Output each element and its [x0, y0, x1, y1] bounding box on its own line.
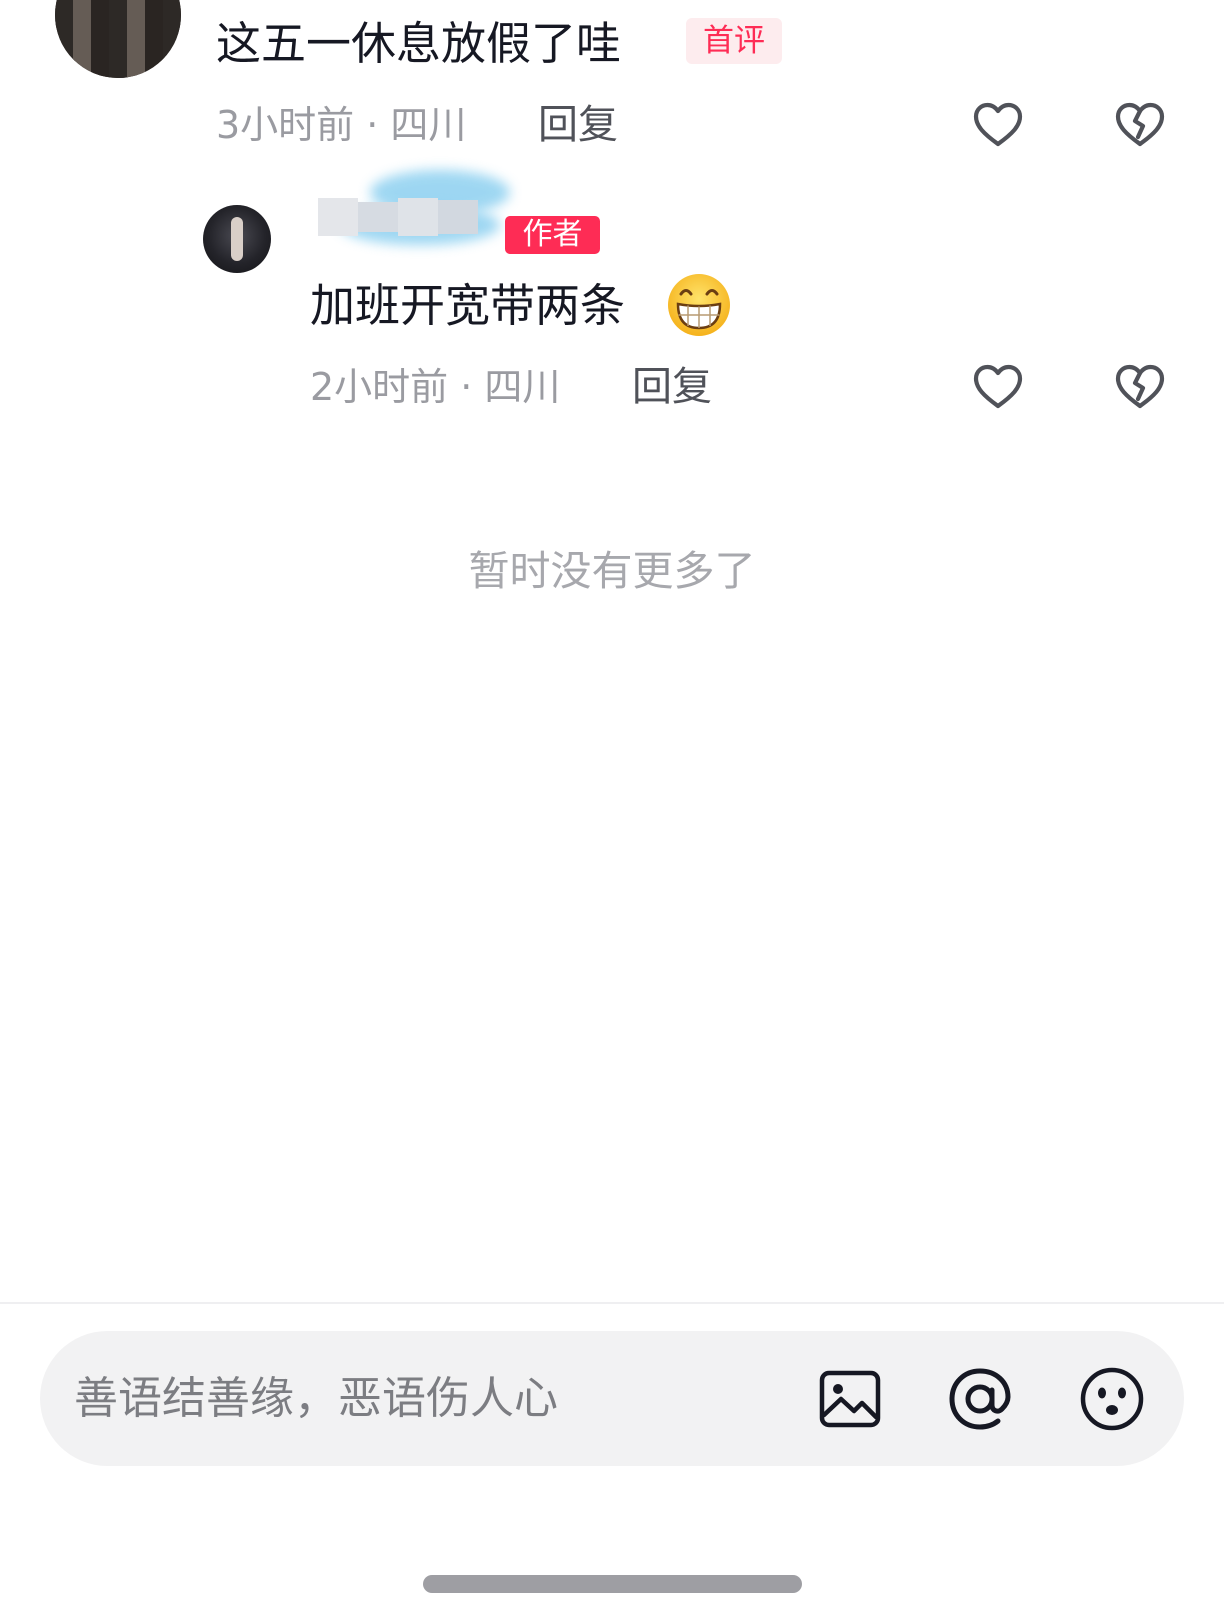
avatar-mosaic-tile — [73, 60, 93, 78]
avatar-mosaic-tile — [127, 42, 147, 62]
avatar-mosaic-tile — [55, 60, 75, 78]
avatar-mosaic-tile — [145, 24, 165, 44]
author-avatar[interactable] — [203, 205, 271, 273]
author-badge: 作者 — [505, 216, 600, 254]
broken-heart-icon[interactable] — [1112, 359, 1168, 415]
reply-button[interactable]: 回复 — [538, 100, 618, 150]
avatar-mosaic-tile — [91, 24, 111, 44]
home-indicator[interactable] — [423, 1575, 802, 1593]
divider — [0, 1302, 1224, 1304]
avatar-mosaic-tile — [73, 42, 93, 62]
reply-button[interactable]: 回复 — [632, 362, 712, 412]
avatar-mosaic-tile — [109, 60, 129, 78]
avatar-mosaic-tile — [109, 24, 129, 44]
broken-heart-icon[interactable] — [1112, 97, 1168, 153]
comment-thread-page: 这五一休息放假了哇 首评 3小时前 · 四川 回复 作者 加班开宽带两条 2小时… — [0, 0, 1224, 1614]
grinning-face-emoji — [666, 272, 732, 338]
at-mention-icon[interactable] — [944, 1363, 1016, 1435]
avatar-mosaic-tile — [91, 60, 111, 78]
avatar-mosaic-tile — [145, 60, 165, 78]
heart-outline-icon[interactable] — [970, 97, 1026, 153]
avatar-mosaic-tile — [55, 6, 75, 26]
comment-input[interactable]: 善语结善缘，恶语伤人心 — [40, 1331, 1184, 1466]
avatar-mosaic-tile — [163, 42, 181, 62]
comment-meta: 3小时前 · 四川 — [216, 103, 467, 147]
avatar-mosaic-tile — [55, 24, 75, 44]
avatar-mosaic-tile — [73, 24, 93, 44]
username-redacted[interactable] — [300, 160, 540, 260]
first-comment-badge: 首评 — [686, 18, 782, 64]
reply-comment-text: 加班开宽带两条 — [310, 279, 626, 332]
comment-text: 这五一休息放假了哇 — [216, 17, 622, 70]
avatar-figure — [231, 217, 243, 261]
avatar[interactable] — [55, 0, 181, 78]
avatar-mosaic-tile — [109, 42, 129, 62]
image-icon[interactable] — [814, 1363, 886, 1435]
emoji-icon[interactable] — [1076, 1363, 1148, 1435]
avatar-mosaic-tile — [163, 24, 181, 44]
avatar-mosaic-tile — [55, 42, 75, 62]
reply-comment-meta: 2小时前 · 四川 — [310, 365, 561, 409]
avatar-mosaic-tile — [91, 6, 111, 26]
avatar-mosaic-tile — [109, 6, 129, 26]
comment-input-placeholder[interactable]: 善语结善缘，恶语伤人心 — [74, 1369, 558, 1429]
avatar-mosaic-tile — [73, 6, 93, 26]
avatar-mosaic-tile — [163, 60, 181, 78]
avatar-mosaic-tile — [127, 6, 147, 26]
heart-outline-icon[interactable] — [970, 359, 1026, 415]
avatar-mosaic-tile — [91, 42, 111, 62]
avatar-mosaic-tile — [145, 42, 165, 62]
avatar-mosaic-tile — [163, 6, 181, 26]
avatar-mosaic-tile — [127, 24, 147, 44]
end-of-list-text: 暂时没有更多了 — [468, 547, 756, 595]
avatar-mosaic-tile — [127, 60, 147, 78]
avatar-mosaic-tile — [145, 6, 165, 26]
